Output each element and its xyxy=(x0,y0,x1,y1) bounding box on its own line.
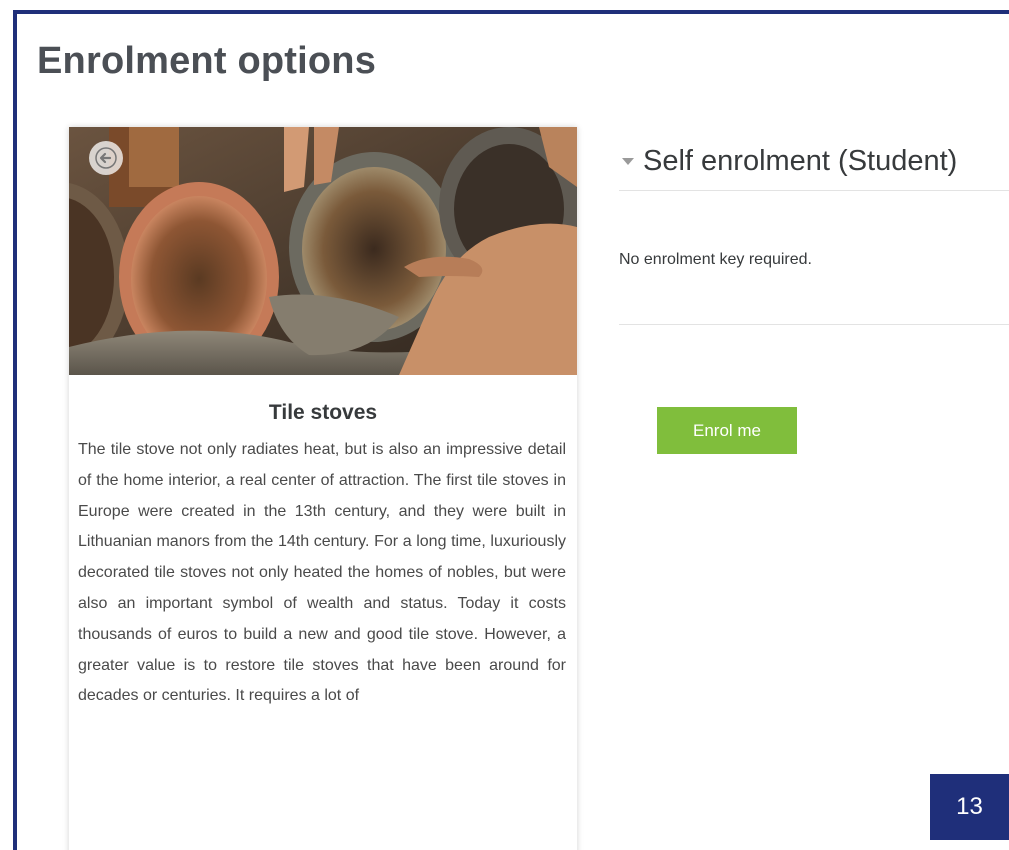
caret-down-icon[interactable] xyxy=(622,157,634,165)
enrolment-key-info: No enrolment key required. xyxy=(619,191,1009,325)
self-enrolment-section: Self enrolment (Student) No enrolment ke… xyxy=(619,132,1009,454)
self-enrolment-header[interactable]: Self enrolment (Student) xyxy=(619,132,1009,191)
course-image xyxy=(69,127,577,375)
course-card[interactable]: Tile stoves The tile stove not only radi… xyxy=(69,127,577,850)
slide-frame: Enrolment options Tile stoves The tile s… xyxy=(13,10,1009,850)
self-enrolment-title: Self enrolment (Student) xyxy=(643,144,958,177)
course-name[interactable]: Tile stoves xyxy=(69,401,577,425)
course-summary: The tile stove not only radiates heat, b… xyxy=(78,441,566,705)
enrolment-key-text: No enrolment key required. xyxy=(619,250,812,268)
slide-number: 13 xyxy=(930,774,1009,840)
enrol-me-button[interactable]: Enrol me xyxy=(657,407,797,454)
course-photo xyxy=(69,127,577,375)
page-title: Enrolment options xyxy=(37,40,377,82)
enrol-arrow-icon xyxy=(89,141,123,175)
